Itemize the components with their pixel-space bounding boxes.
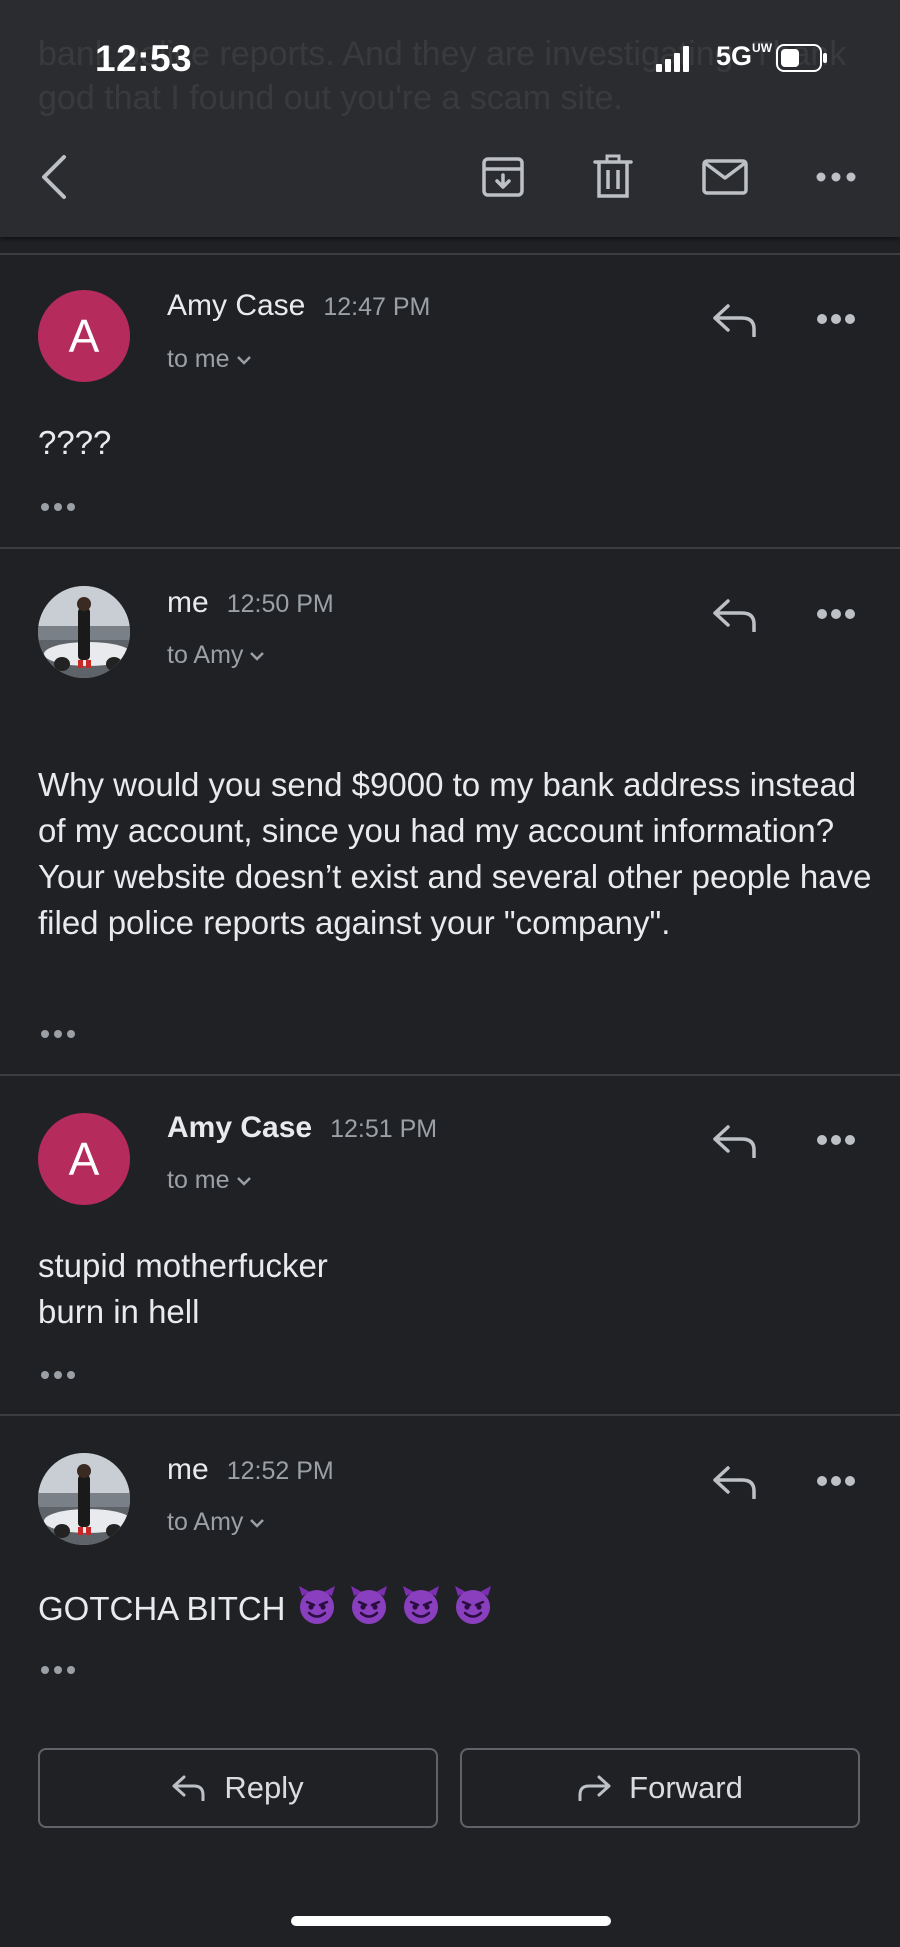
forward-button[interactable]: Forward	[460, 1748, 860, 1828]
more-icon[interactable]	[816, 608, 856, 620]
emoji-row	[286, 1586, 494, 1627]
sender-name: me	[167, 1453, 209, 1486]
sender-line[interactable]: me 12:50 PM	[167, 586, 334, 620]
body-line: burn in hell	[38, 1293, 200, 1330]
trash-icon[interactable]	[588, 152, 638, 202]
chevron-down-icon	[236, 1177, 251, 1187]
body-line: ????	[38, 424, 112, 461]
more-icon[interactable]	[816, 1134, 856, 1146]
show-trimmed-icon[interactable]	[40, 502, 80, 512]
chevron-down-icon	[250, 652, 265, 662]
network-label: 5GUW	[716, 41, 773, 71]
message-time: 12:51 PM	[330, 1115, 438, 1143]
recipient-toggle[interactable]: to me	[167, 1166, 252, 1195]
divider	[0, 547, 900, 549]
avatar[interactable]	[38, 1453, 130, 1545]
top-toolbar: bank police reports. And they are invest…	[0, 0, 900, 237]
sender-line[interactable]: me 12:52 PM	[167, 1453, 334, 1487]
smiling-imp-emoji	[402, 1586, 439, 1624]
divider	[0, 253, 900, 255]
reply-icon[interactable]	[712, 1124, 758, 1158]
show-trimmed-icon[interactable]	[40, 1370, 80, 1380]
avatar[interactable]	[38, 586, 130, 678]
recipient-toggle[interactable]: to Amy	[167, 641, 265, 670]
message-body: GOTCHA BITCH	[38, 1584, 878, 1632]
chevron-down-icon	[250, 1519, 265, 1529]
message-time: 12:52 PM	[226, 1457, 334, 1485]
mail-icon[interactable]	[700, 152, 750, 202]
sender-name: Amy Case	[167, 289, 306, 322]
reply-icon	[172, 1775, 205, 1801]
smiling-imp-emoji	[350, 1586, 387, 1624]
avatar[interactable]: A	[38, 290, 130, 382]
forward-icon	[578, 1775, 611, 1801]
recipient-label: to Amy	[167, 1508, 244, 1536]
chevron-down-icon	[236, 356, 251, 366]
divider	[0, 1414, 900, 1416]
sender-name: Amy Case	[167, 1111, 313, 1144]
archive-icon[interactable]	[478, 152, 528, 202]
recipient-toggle[interactable]: to me	[167, 345, 252, 374]
signal-icon	[656, 46, 689, 72]
message-body: stupid motherfucker burn in hell	[38, 1243, 878, 1335]
reply-icon[interactable]	[712, 1465, 758, 1499]
body-line: stupid motherfucker	[38, 1247, 328, 1284]
message-time: 12:47 PM	[323, 293, 431, 321]
divider	[0, 1074, 900, 1076]
smiling-imp-emoji	[454, 1586, 491, 1624]
recipient-label: to me	[167, 345, 230, 373]
message-body: ????	[38, 420, 878, 466]
smiling-imp-emoji	[298, 1586, 335, 1624]
body-line: Why would you send $9000 to my bank addr…	[38, 766, 872, 941]
forward-label: Forward	[629, 1770, 743, 1805]
avatar[interactable]: A	[38, 1113, 130, 1205]
home-indicator[interactable]	[291, 1916, 611, 1926]
back-icon[interactable]	[28, 152, 78, 202]
sender-line[interactable]: Amy Case 12:47 PM	[167, 289, 430, 323]
reply-icon[interactable]	[712, 598, 758, 632]
sender-name: me	[167, 586, 209, 619]
reply-icon[interactable]	[712, 303, 758, 337]
sender-line[interactable]: Amy Case 12:51 PM	[167, 1111, 437, 1145]
recipient-label: to Amy	[167, 641, 244, 669]
reply-label: Reply	[224, 1770, 304, 1805]
message-time: 12:50 PM	[226, 590, 334, 618]
more-icon[interactable]	[816, 313, 856, 325]
show-trimmed-icon[interactable]	[40, 1665, 80, 1675]
status-time: 12:53	[95, 38, 193, 79]
body-line: GOTCHA BITCH	[38, 1590, 286, 1627]
recipient-label: to me	[167, 1166, 230, 1194]
more-icon[interactable]	[811, 152, 861, 202]
battery-icon	[776, 44, 827, 72]
reply-button[interactable]: Reply	[38, 1748, 438, 1828]
show-trimmed-icon[interactable]	[40, 1029, 80, 1039]
message-body: Why would you send $9000 to my bank addr…	[38, 762, 878, 946]
more-icon[interactable]	[816, 1475, 856, 1487]
recipient-toggle[interactable]: to Amy	[167, 1508, 265, 1537]
